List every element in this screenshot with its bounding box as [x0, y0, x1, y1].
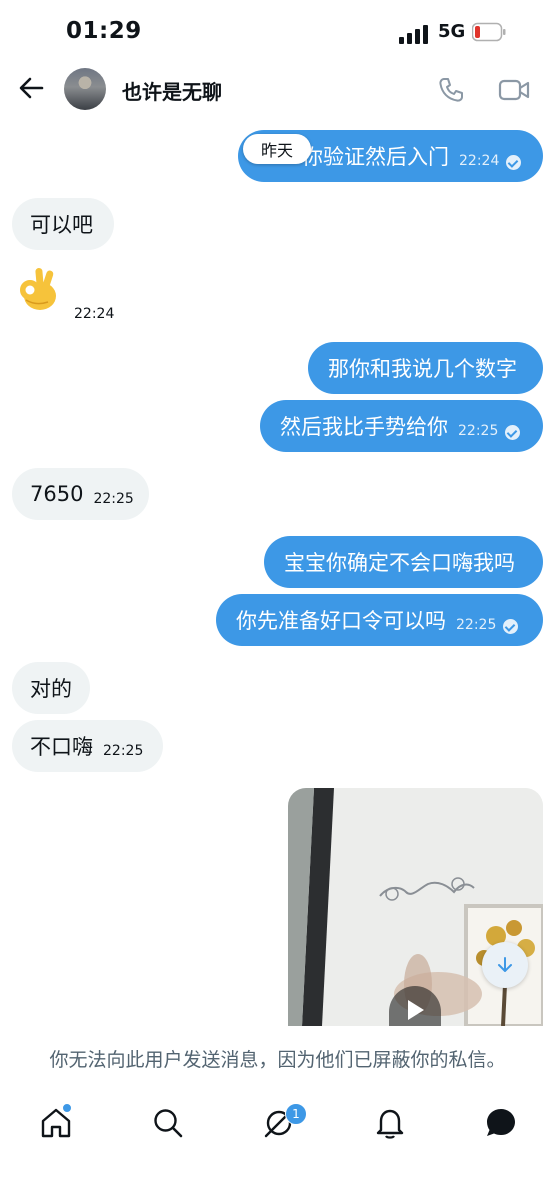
bell-icon[interactable]: [373, 1106, 407, 1140]
avatar[interactable]: [64, 68, 106, 110]
blocked-notice: 你无法向此用户发送消息，因为他们已屏蔽你的私信。: [0, 1026, 555, 1096]
message-text: 那你和我说几个数字: [328, 357, 517, 381]
conversation-title[interactable]: 也许是无聊: [122, 76, 222, 105]
phone-icon[interactable]: [436, 75, 466, 105]
read-check-icon: [503, 618, 519, 634]
incoming-message[interactable]: 对的: [12, 662, 90, 714]
date-chip: 昨天: [243, 134, 311, 164]
incoming-message[interactable]: 可以吧: [12, 198, 114, 250]
message-text: 宝宝你确定不会口嗨我吗: [284, 551, 515, 575]
search-icon[interactable]: [151, 1106, 185, 1140]
message-text: 然后我比手势给你: [280, 415, 448, 439]
play-button[interactable]: [389, 986, 441, 1026]
arrow-down-icon: [498, 957, 512, 972]
battery-icon: [472, 22, 506, 42]
incoming-message[interactable]: 7650 22:25: [12, 468, 149, 520]
message-text: 你先准备好口令可以吗: [236, 609, 446, 633]
outgoing-message[interactable]: 宝宝你确定不会口嗨我吗: [264, 536, 543, 588]
read-check-icon: [506, 154, 522, 170]
message-text: 不口嗨: [30, 735, 93, 759]
outgoing-message[interactable]: 那你和我说几个数字: [308, 342, 543, 394]
message-time: 22:25: [458, 423, 499, 439]
message-time: 22:25: [93, 491, 134, 507]
notification-badge: 1: [285, 1103, 307, 1125]
home-notification-dot: [62, 1103, 72, 1113]
message-time: 22:25: [103, 743, 144, 759]
ok-hand-emoji-icon[interactable]: [16, 264, 60, 312]
outgoing-message[interactable]: 然后我比手势给你 22:25: [260, 400, 543, 452]
message-time: 22:24: [74, 306, 115, 322]
status-time: 01:29: [66, 18, 142, 44]
outgoing-message[interactable]: 你先准备好口令可以吗 22:25: [216, 594, 543, 646]
message-time: 22:25: [456, 617, 497, 633]
read-check-icon: [505, 424, 521, 440]
play-icon: [408, 1000, 424, 1020]
video-call-icon[interactable]: [498, 77, 530, 103]
message-text: 7650: [30, 482, 84, 506]
back-arrow-icon[interactable]: [16, 72, 48, 104]
network-type: 5G: [438, 21, 466, 42]
scroll-down-button[interactable]: [482, 942, 528, 988]
message-text: 对的: [30, 677, 72, 701]
incoming-message[interactable]: 不口嗨 22:25: [12, 720, 163, 772]
message-time: 22:24: [459, 153, 500, 169]
messages-icon[interactable]: [484, 1106, 518, 1140]
cell-signal-icon: [399, 24, 431, 44]
message-text: 可以吧: [30, 213, 93, 237]
